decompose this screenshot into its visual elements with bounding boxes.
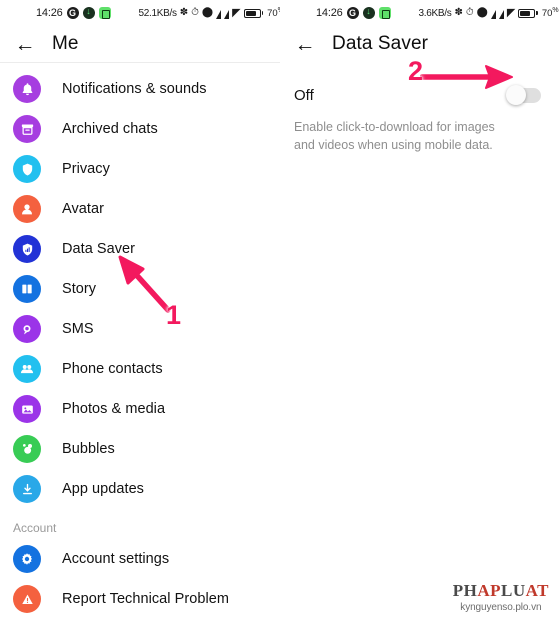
list-item-label: Notifications & sounds [62,81,207,97]
list-item-sms[interactable]: SMS [0,309,280,349]
list-item-app-updates[interactable]: App updates [0,469,280,509]
status-bar-left: 14:26 G 52.1KB/s ✽ ⏱ ⬤ ◤ 70% [0,0,280,26]
list-item-label: Bubbles [62,441,115,457]
signal-sim2-icon [224,9,230,19]
status-bar-left-group: 14:26 G [316,6,391,19]
watermark: PHAPLUAT kynguyenso.plo.vn [453,581,549,613]
google-app-icon: G [66,7,79,19]
page-title: Data Saver [332,33,429,54]
list-item-report-problem[interactable]: Report Technical Problem [0,579,280,619]
vpn-shield-icon: ⬤ [201,7,214,18]
status-bar-left-group: 14:26 G [36,6,111,19]
list-item-label: Privacy [62,161,110,177]
archive-box-icon [13,115,41,143]
list-item-bubbles[interactable]: Bubbles [0,429,280,469]
download-status-icon [82,6,95,19]
signal-sim1-icon [216,9,222,19]
status-bar-right: 14:26 G 3.6KB/s ✽ ⏱ ⬤ ◤ 70% [280,0,559,26]
bubbles-icon [13,435,41,463]
vpn-shield-icon: ⬤ [476,7,488,18]
list-item-label: SMS [62,321,94,337]
list-item-privacy[interactable]: Privacy [0,149,280,189]
alarm-icon: ⏱ [191,7,199,18]
status-time: 14:26 [316,7,343,19]
list-item-data-saver[interactable]: Data Saver [0,229,280,269]
battery-percent: 70% [541,6,559,20]
signal-sim2-icon [498,9,504,19]
battery-icon [243,8,264,18]
bell-icon [13,75,41,103]
list-item-label: Story [62,281,97,297]
screen-me-settings: 14:26 G 52.1KB/s ✽ ⏱ ⬤ ◤ 70% ← Me [0,0,280,621]
list-item-label: Phone contacts [62,361,163,377]
page-title: Me [52,33,79,54]
list-item-story[interactable]: Story [0,269,280,309]
list-item-avatar[interactable]: Avatar [0,189,280,229]
wifi-icon: ◤ [232,6,241,19]
green-app-icon [98,7,111,19]
list-item-account-settings[interactable]: Account settings [0,539,280,579]
arrow-left-icon[interactable]: ← [12,31,38,57]
book-icon [13,275,41,303]
watermark-logo: PHAPLUAT [452,581,549,600]
warning-triangle-icon [13,585,41,613]
list-item-label: Account settings [62,551,170,567]
list-item-label: Data Saver [62,241,136,257]
status-bar-right-group: 3.6KB/s ✽ ⏱ ⬤ ◤ 70% [419,7,559,19]
settings-list: Notifications & sounds Archived chats Pr… [0,63,280,619]
list-item-label: Photos & media [62,401,166,417]
battery-icon [518,8,538,18]
contacts-icon [13,355,41,383]
download-status-icon [362,6,375,19]
shield-icon [13,155,41,183]
list-item-phone-contacts[interactable]: Phone contacts [0,349,280,389]
arrow-left-icon[interactable]: ← [292,31,318,57]
list-item-label: App updates [62,481,144,497]
data-saver-description: Enable click-to-download for images and … [294,120,495,152]
status-bar-right-group: 52.1KB/s ✽ ⏱ ⬤ ◤ 70% [139,7,280,19]
green-app-icon [378,7,391,19]
alarm-icon: ⏱ [465,7,474,18]
bluetooth-icon: ✽ [454,7,463,18]
toggle-state-label: Off [294,86,314,104]
photo-icon [13,395,41,423]
battery-percent: 70% [267,7,280,20]
network-speed: 3.6KB/s [418,7,452,19]
data-saver-switch[interactable] [506,85,541,105]
app-bar-left: ← Me [0,26,280,62]
annotation-number-1: 1 [166,300,182,330]
shield-data-icon [13,235,41,263]
gear-icon [13,545,41,573]
list-item-label: Archived chats [62,121,158,137]
network-speed: 52.1KB/s [138,7,177,19]
avatar-icon [13,195,41,223]
bluetooth-icon: ✽ [179,7,189,18]
section-header-account: Account [13,521,57,535]
message-circle-icon [13,315,41,343]
watermark-url: kynguyenso.plo.vn [460,602,542,613]
list-item-archived-chats[interactable]: Archived chats [0,109,280,149]
annotation-number-2: 2 [408,56,424,86]
google-app-icon: G [346,7,359,19]
status-time: 14:26 [36,7,63,19]
list-item-label: Report Technical Problem [62,591,229,607]
switch-knob [506,85,526,105]
list-item-photos-media[interactable]: Photos & media [0,389,280,429]
wifi-icon: ◤ [506,6,516,19]
list-item-notifications[interactable]: Notifications & sounds [0,69,280,109]
list-item-label: Avatar [62,201,104,217]
download-icon [13,475,41,503]
signal-sim1-icon [490,9,496,19]
screen-data-saver: 14:26 G 3.6KB/s ✽ ⏱ ⬤ ◤ 70% ← Data [280,0,559,621]
dual-screenshot-container: 14:26 G 52.1KB/s ✽ ⏱ ⬤ ◤ 70% ← Me [0,0,559,621]
